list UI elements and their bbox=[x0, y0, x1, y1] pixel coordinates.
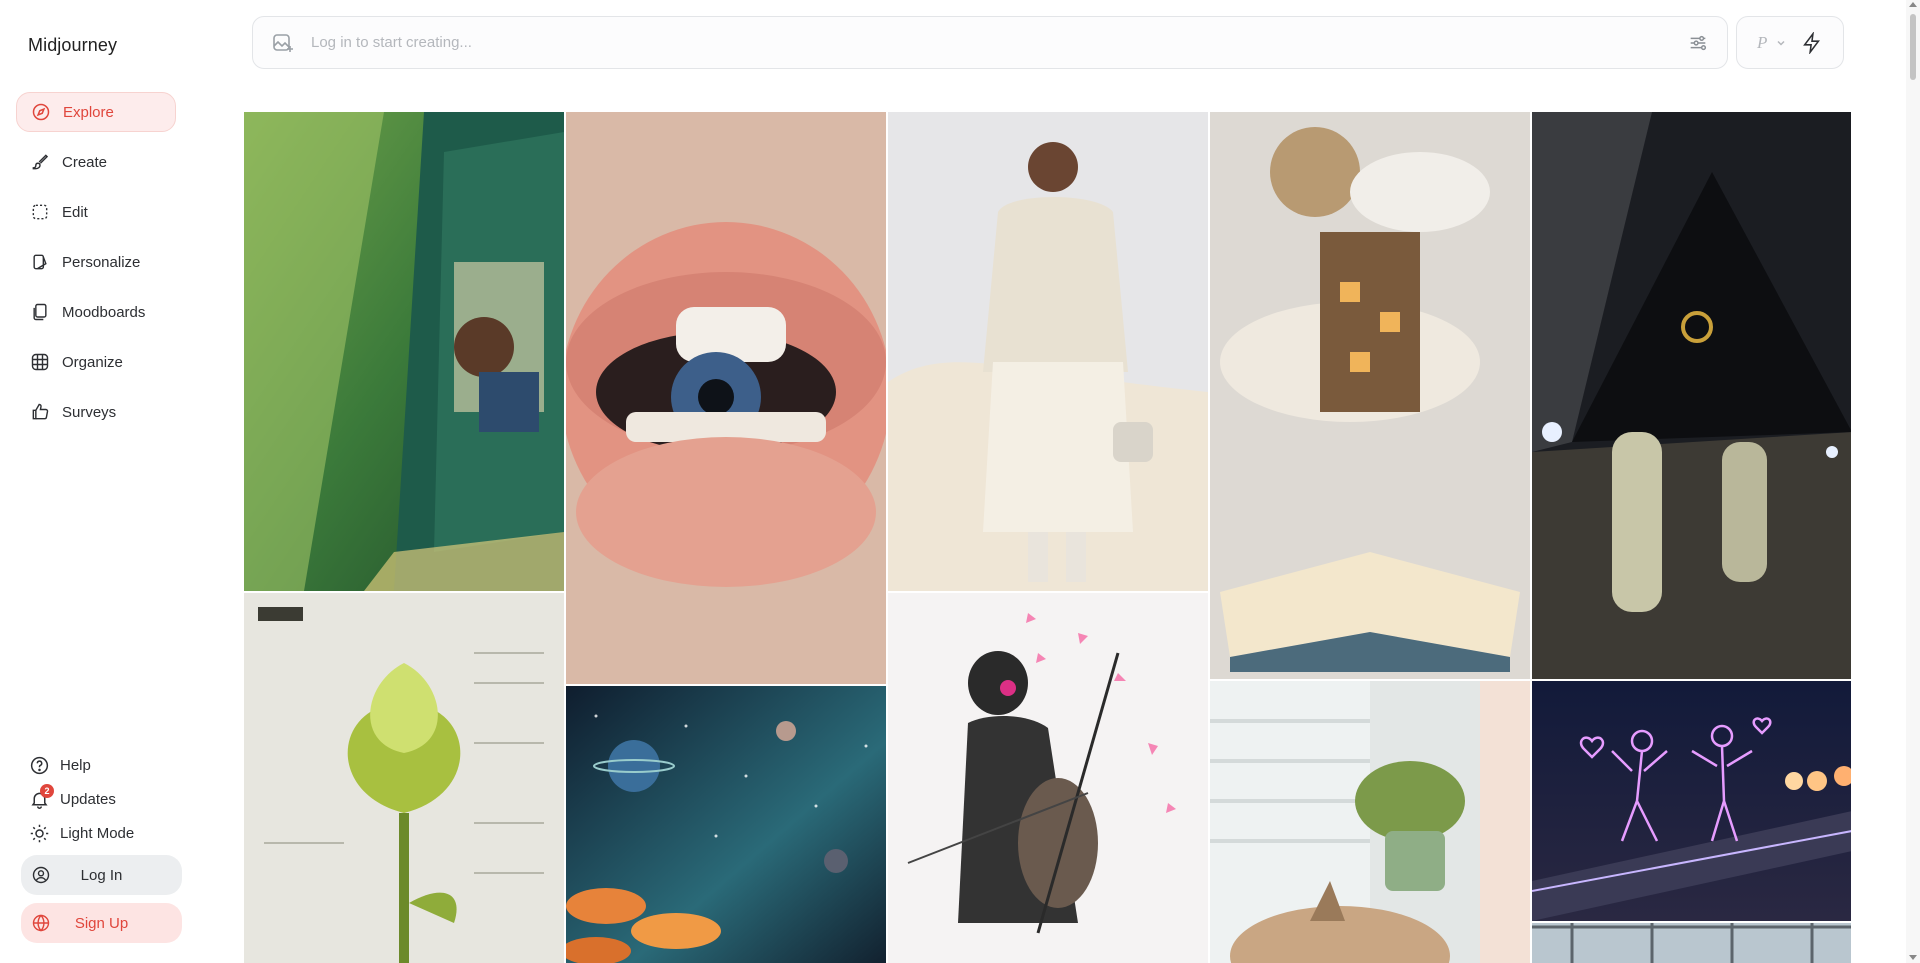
updates-badge: 2 bbox=[40, 784, 54, 798]
light-mode-toggle[interactable]: Light Mode bbox=[28, 816, 188, 850]
nav-label: Moodboards bbox=[62, 303, 146, 321]
gallery-image-lips[interactable] bbox=[566, 112, 886, 684]
sidebar: Midjourney Explore Create Edit Personali… bbox=[0, 0, 190, 963]
help-label: Help bbox=[60, 756, 91, 774]
help-link[interactable]: Help bbox=[28, 748, 188, 782]
login-label: Log In bbox=[80, 866, 123, 884]
edit-icon bbox=[30, 202, 50, 222]
nav-item-organize[interactable]: Organize bbox=[16, 342, 176, 382]
nav-item-explore[interactable]: Explore bbox=[16, 92, 176, 132]
gallery-image-glass-flower[interactable] bbox=[244, 593, 564, 963]
gallery-image-train[interactable] bbox=[244, 112, 564, 591]
nav-item-moodboards[interactable]: Moodboards bbox=[16, 292, 176, 332]
nav-label: Create bbox=[62, 153, 108, 171]
gallery-image-window-city[interactable] bbox=[1532, 923, 1851, 963]
prompt-input[interactable] bbox=[311, 34, 1687, 51]
login-button[interactable]: Log In bbox=[21, 855, 182, 895]
page-scrollbar[interactable] bbox=[1906, 0, 1920, 963]
light-mode-label: Light Mode bbox=[60, 824, 135, 842]
mode-selector[interactable]: P bbox=[1736, 16, 1844, 69]
scroll-down-arrow[interactable] bbox=[1909, 955, 1917, 960]
chevron-down-icon bbox=[1777, 40, 1785, 46]
globe-icon bbox=[31, 913, 51, 933]
compass-icon bbox=[31, 102, 51, 122]
sun-icon bbox=[28, 822, 50, 844]
signup-button[interactable]: Sign Up bbox=[21, 903, 182, 943]
bottom-links: Help 2 Updates Light Mode bbox=[28, 748, 188, 850]
gallery-image-fashion[interactable] bbox=[888, 112, 1208, 591]
gallery-image-book-castle[interactable] bbox=[1210, 112, 1530, 679]
nav-label: Surveys bbox=[62, 403, 117, 421]
main-nav: Explore Create Edit Personalize Moodboar… bbox=[16, 92, 176, 442]
updates-link[interactable]: 2 Updates bbox=[28, 782, 188, 816]
grid-icon bbox=[30, 352, 50, 372]
gallery-image-cellist[interactable] bbox=[888, 593, 1208, 963]
nav-label: Explore bbox=[63, 103, 114, 121]
mode-letter: P bbox=[1757, 32, 1768, 52]
thumbs-up-icon bbox=[30, 402, 50, 422]
add-image-icon[interactable] bbox=[271, 31, 295, 55]
gallery-image-neon-couple[interactable] bbox=[1532, 681, 1851, 921]
user-icon bbox=[31, 865, 51, 885]
scroll-thumb[interactable] bbox=[1910, 14, 1916, 80]
signup-label: Sign Up bbox=[74, 914, 129, 932]
scroll-up-arrow[interactable] bbox=[1909, 2, 1917, 7]
gallery-image-cat-plant[interactable] bbox=[1210, 681, 1530, 963]
nav-label: Organize bbox=[62, 353, 123, 371]
explore-gallery bbox=[244, 112, 1851, 963]
brush-icon bbox=[30, 152, 50, 172]
bell-icon: 2 bbox=[28, 784, 54, 810]
nav-label: Personalize bbox=[62, 253, 141, 271]
personalize-icon bbox=[30, 252, 50, 272]
nav-item-surveys[interactable]: Surveys bbox=[16, 392, 176, 432]
moodboards-icon bbox=[30, 302, 50, 322]
gallery-image-cosmic-mushrooms[interactable] bbox=[566, 686, 886, 963]
gallery-image-pyramid[interactable] bbox=[1532, 112, 1851, 679]
nav-label: Edit bbox=[62, 203, 88, 221]
help-icon bbox=[28, 754, 50, 776]
nav-item-create[interactable]: Create bbox=[16, 142, 176, 182]
nav-item-personalize[interactable]: Personalize bbox=[16, 242, 176, 282]
bolt-icon[interactable] bbox=[1801, 31, 1823, 54]
settings-sliders-icon[interactable] bbox=[1687, 32, 1709, 54]
nav-item-edit[interactable]: Edit bbox=[16, 192, 176, 232]
prompt-bar bbox=[252, 16, 1728, 69]
app-logo[interactable]: Midjourney bbox=[28, 35, 117, 56]
updates-label: Updates bbox=[60, 790, 116, 808]
